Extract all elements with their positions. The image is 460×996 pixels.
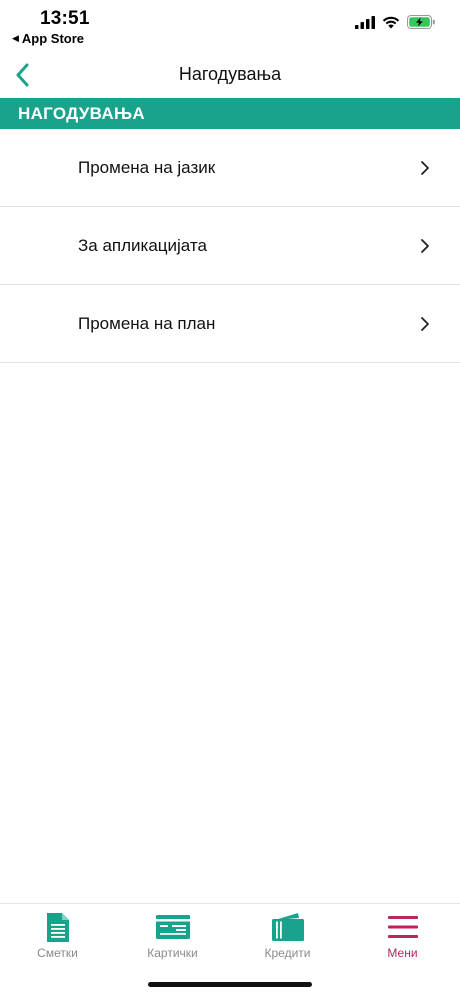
status-icons: [355, 15, 436, 29]
settings-item-change-language[interactable]: Промена на јазик: [0, 129, 460, 207]
wallet-icon: [271, 913, 304, 941]
navigation-bar: Нагодувања: [0, 52, 460, 98]
tab-label: Картички: [147, 946, 198, 960]
card-icon: [155, 915, 190, 939]
chevron-right-icon: [421, 317, 429, 331]
section-header: НАГОДУВАЊА: [0, 98, 460, 129]
tab-label: Сметки: [37, 946, 78, 960]
chevron-right-icon: [421, 239, 429, 253]
status-time: 13:51: [40, 8, 90, 29]
back-to-app-store[interactable]: ◀ App Store: [12, 31, 84, 46]
hamburger-icon: [387, 916, 418, 938]
status-bar: 13:51 ◀ App Store: [0, 0, 460, 50]
tab-menu[interactable]: Мени: [345, 904, 460, 974]
cellular-signal-icon: [355, 15, 375, 29]
tab-accounts[interactable]: Сметки: [0, 904, 115, 974]
tab-credits[interactable]: Кредити: [230, 904, 345, 974]
settings-item-change-plan[interactable]: Промена на план: [0, 285, 460, 363]
page-title: Нагодувања: [178, 64, 282, 84]
home-indicator: [148, 982, 312, 987]
back-triangle-icon: ◀: [12, 33, 19, 43]
settings-item-about-app[interactable]: За апликацијата: [0, 207, 460, 285]
tab-label: Мени: [387, 946, 418, 960]
wifi-icon: [382, 16, 400, 28]
chevron-right-icon: [421, 161, 429, 175]
document-icon: [46, 912, 69, 942]
tab-label: Кредити: [264, 946, 311, 960]
tab-cards[interactable]: Картички: [115, 904, 230, 974]
settings-list: Промена на јазик За апликацијата Промена…: [0, 129, 460, 363]
battery-charging-icon: [407, 15, 435, 29]
settings-item-label: Промена на јазик: [78, 158, 216, 177]
settings-item-label: Промена на план: [78, 314, 216, 333]
settings-item-label: За апликацијата: [78, 236, 207, 255]
back-app-label: App Store: [21, 31, 85, 46]
